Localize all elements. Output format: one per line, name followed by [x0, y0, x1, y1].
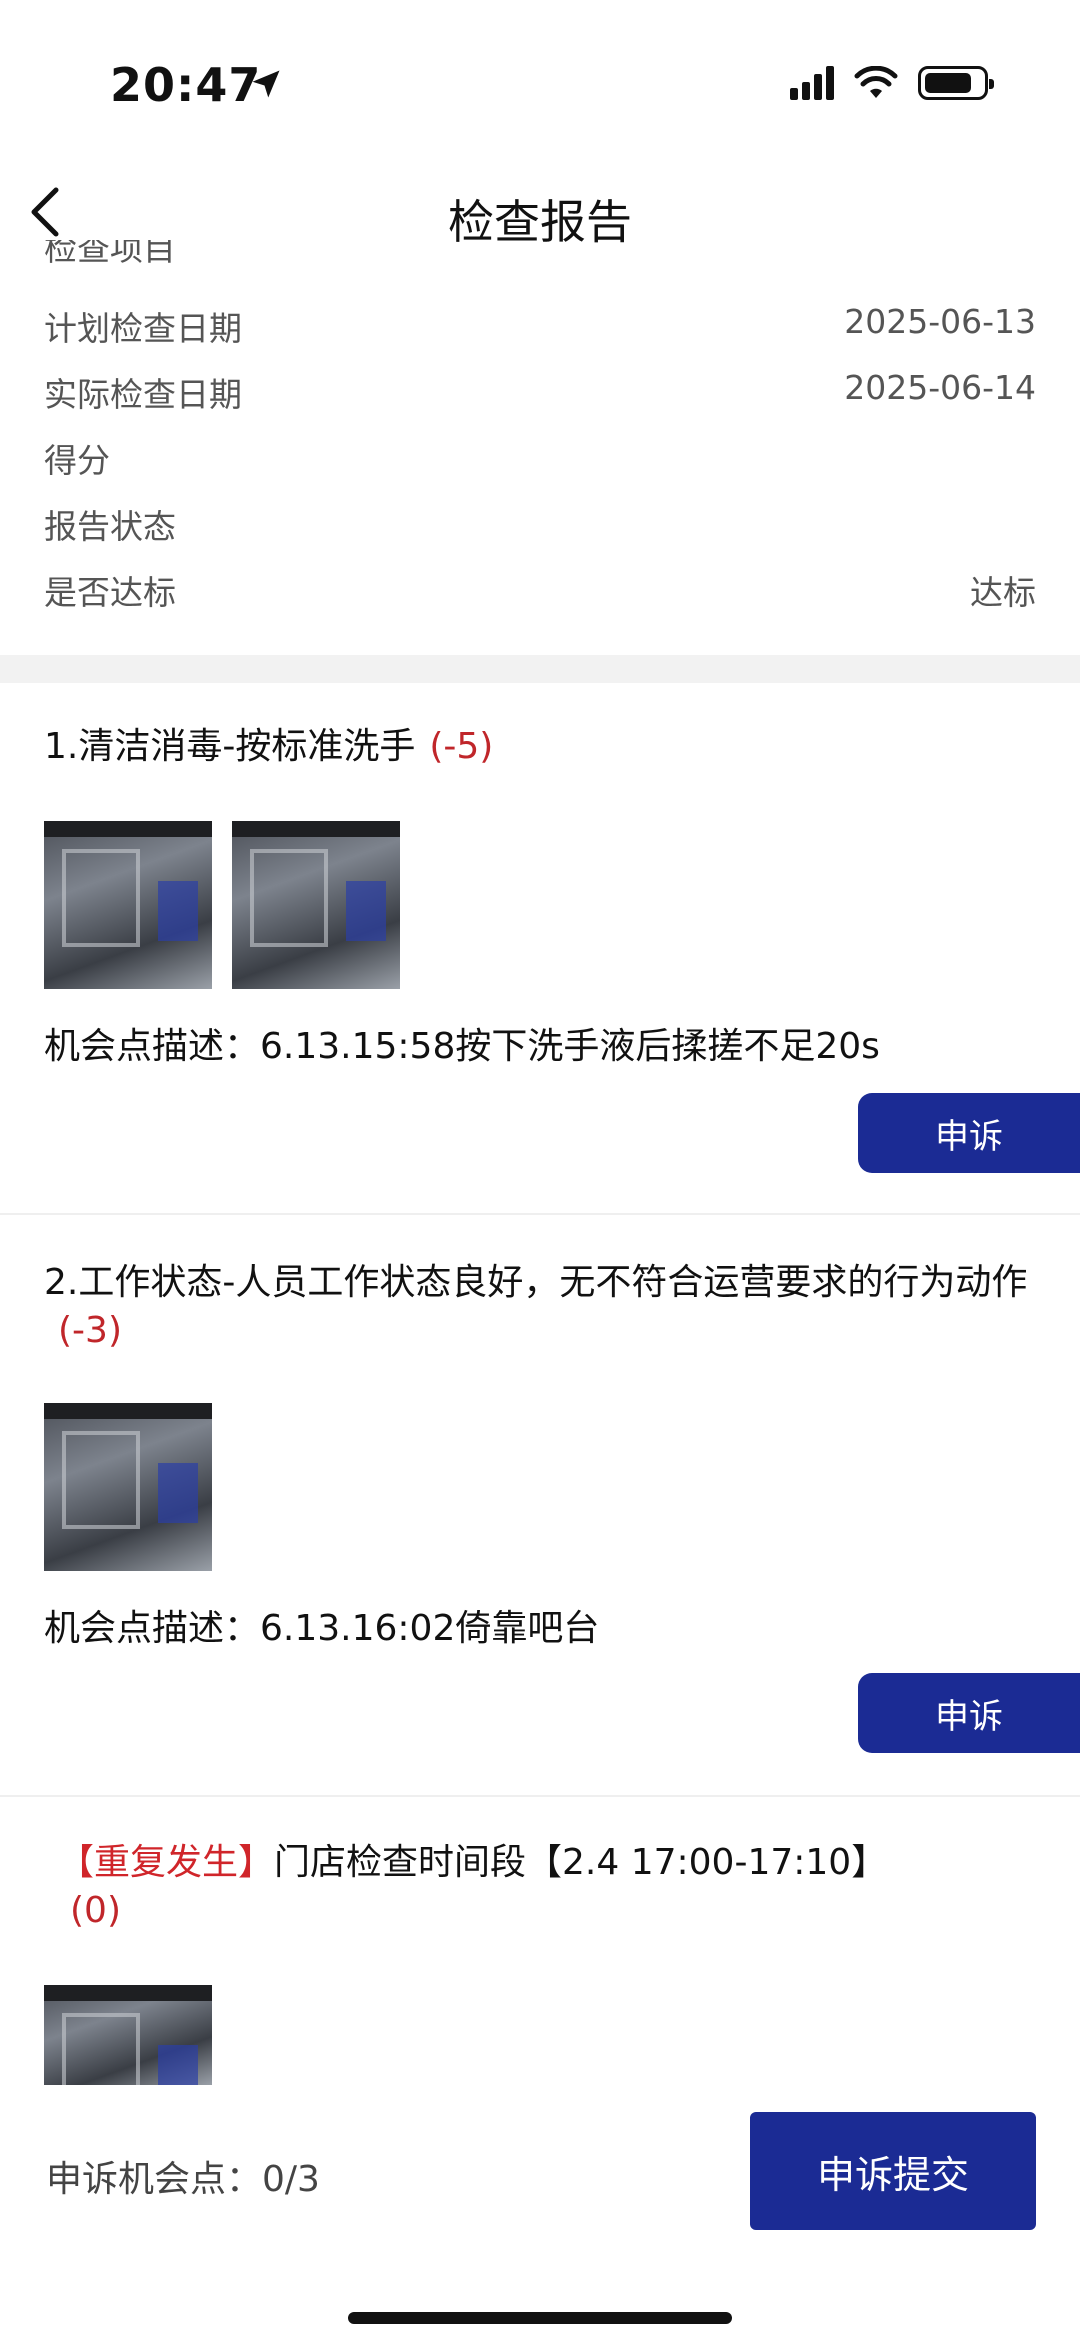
item-title-text: 1.清洁消毒-按标准洗手 — [44, 726, 416, 767]
info-row-score: 得分 — [0, 422, 1080, 488]
info-row-actual-date: 实际检查日期 2025-06-14 — [0, 356, 1080, 422]
item-title: 1.清洁消毒-按标准洗手 (-5) — [44, 723, 1044, 771]
info-label-partial: 检查项目 — [44, 240, 176, 268]
section-divider — [0, 655, 1080, 683]
info-row-plan-date: 计划检查日期 2025-06-13 — [0, 290, 1080, 356]
item-description: 机会点描述：6.13.15:58按下洗手液后揉搓不足20s — [44, 1026, 880, 1067]
bottom-action-bar: 申诉机会点：0/3 申诉提交 — [0, 2090, 1080, 2348]
battery-icon — [918, 66, 994, 100]
item-title: 【重复发生】门店检查时间段【2.4 17:00-17:10】 (0) — [58, 1839, 1018, 1935]
inspection-item: 【重复发生】门店检查时间段【2.4 17:00-17:10】 (0) — [0, 1797, 1080, 2097]
evidence-photo[interactable] — [44, 821, 212, 989]
status-time: 20:47 — [110, 58, 262, 112]
item-score: (0) — [70, 1890, 121, 1931]
item-title: 2.工作状态-人员工作状态良好，无不符合运营要求的行为动作 (-3) — [44, 1259, 1044, 1355]
inspection-item: 1.清洁消毒-按标准洗手 (-5) 机会点描述：6.13.15:58按下洗手液后揉… — [0, 683, 1080, 1213]
submit-appeal-button[interactable]: 申诉提交 — [750, 2112, 1036, 2230]
item-score: (-5) — [429, 726, 494, 767]
info-value: 达标 — [970, 573, 1036, 612]
info-row-status: 报告状态 — [0, 488, 1080, 554]
info-label: 实际检查日期 — [44, 375, 242, 414]
info-label: 得分 — [44, 441, 110, 480]
item-title-text: 门店检查时间段【2.4 17:00-17:10】 — [274, 1842, 888, 1883]
home-indicator[interactable] — [348, 2312, 732, 2324]
info-label: 报告状态 — [44, 507, 176, 546]
repeat-tag: 【重复发生】 — [58, 1842, 275, 1883]
report-info: 计划检查日期 2025-06-13 实际检查日期 2025-06-14 得分 报… — [0, 290, 1080, 620]
item-title-text: 2.工作状态-人员工作状态良好，无不符合运营要求的行为动作 — [44, 1262, 1028, 1303]
evidence-photo[interactable] — [44, 1985, 212, 2085]
info-value: 2025-06-13 — [844, 302, 1036, 341]
item-description: 机会点描述：6.13.16:02倚靠吧台 — [44, 1608, 600, 1649]
info-label: 是否达标 — [44, 573, 176, 612]
info-row-qualified: 是否达标 达标 — [0, 554, 1080, 620]
item-score: (-3) — [58, 1310, 122, 1351]
cellular-signal-icon — [790, 66, 834, 100]
location-arrow-icon — [252, 70, 280, 98]
status-bar: 20:47 — [0, 0, 1080, 150]
wifi-icon — [854, 66, 898, 98]
info-value: 2025-06-14 — [844, 368, 1036, 407]
info-row-partial: 检查项目 — [0, 240, 1080, 270]
evidence-photo[interactable] — [232, 821, 400, 989]
inspection-item: 2.工作状态-人员工作状态良好，无不符合运营要求的行为动作 (-3) 机会点描述：… — [0, 1215, 1080, 1795]
appeal-button[interactable]: 申诉 — [858, 1673, 1080, 1753]
appeal-count-label: 申诉机会点：0/3 — [46, 2159, 320, 2200]
evidence-photo[interactable] — [44, 1403, 212, 1571]
appeal-button[interactable]: 申诉 — [858, 1093, 1080, 1173]
info-label: 计划检查日期 — [44, 309, 242, 348]
